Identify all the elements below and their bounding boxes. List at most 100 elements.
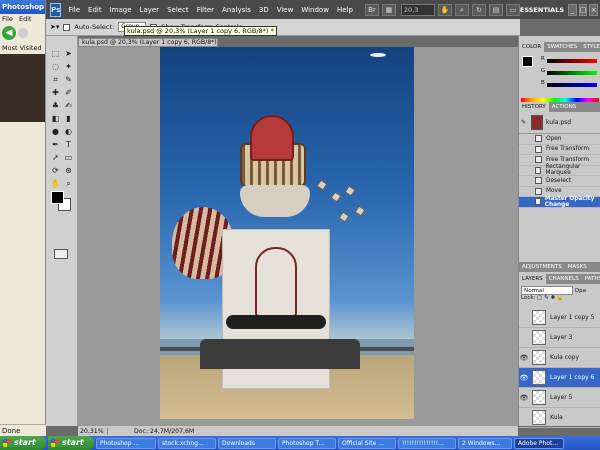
visibility-toggle[interactable]: [519, 313, 529, 323]
browser-menu-edit[interactable]: Edit: [19, 15, 32, 23]
path-selection-icon[interactable]: ➚: [50, 152, 61, 163]
visibility-toggle[interactable]: [519, 333, 529, 343]
tab-swatches[interactable]: SWATCHES: [544, 42, 580, 52]
layer-row[interactable]: Layer 1 copy 5: [519, 308, 600, 328]
history-item[interactable]: Rectangular Marquee: [519, 164, 600, 176]
red-slider[interactable]: [547, 59, 597, 63]
menu-view[interactable]: View: [273, 6, 298, 14]
taskbar-item[interactable]: Photoshop ...: [96, 437, 156, 449]
layer-row[interactable]: Kula: [519, 408, 600, 428]
tab-masks[interactable]: MASKS: [565, 262, 590, 272]
layer-row[interactable]: 👁 Kula copy: [519, 348, 600, 368]
zoom-tool-icon[interactable]: ⌕: [63, 178, 74, 189]
move-tool-preset-icon[interactable]: ➤▾: [50, 23, 59, 31]
canvas-area[interactable]: [78, 47, 518, 425]
taskbar-item[interactable]: Official Site ...: [338, 437, 396, 449]
pen-tool-icon[interactable]: ✒: [50, 139, 61, 150]
taskbar-item[interactable]: 2 Windows...: [458, 437, 512, 449]
menu-window[interactable]: Window: [297, 6, 333, 14]
menu-select[interactable]: Select: [163, 6, 193, 14]
start-button[interactable]: start: [0, 436, 46, 450]
arrange-icon[interactable]: ▤: [488, 3, 503, 16]
menu-image[interactable]: Image: [106, 6, 136, 14]
mini-bridge-icon[interactable]: ▦: [381, 3, 396, 16]
screen-mode-icon[interactable]: ▭: [505, 3, 520, 16]
document-tab[interactable]: kula.psd @ 20,3% (Layer 1 copy 6, RGB/8*…: [78, 38, 218, 47]
green-slider[interactable]: [547, 71, 597, 75]
taskbar-item[interactable]: stock.xchng...: [158, 437, 216, 449]
marquee-tool-icon[interactable]: ⬚: [50, 48, 61, 59]
history-item[interactable]: Deselect: [519, 176, 600, 187]
menu-analysis[interactable]: Analysis: [218, 6, 255, 14]
blue-slider[interactable]: [547, 83, 597, 87]
tab-layers[interactable]: LAYERS: [519, 274, 546, 284]
history-item[interactable]: Open: [519, 134, 600, 145]
workspace-switcher[interactable]: ESSENTIALS: [520, 6, 564, 14]
type-tool-icon[interactable]: T: [63, 139, 74, 150]
eye-icon[interactable]: 👁: [519, 373, 529, 383]
taskbar-item[interactable]: Downloads: [218, 437, 276, 449]
start-button-secondary[interactable]: start: [48, 436, 94, 450]
visibility-toggle[interactable]: [519, 413, 529, 423]
minimize-icon[interactable]: _: [568, 3, 577, 16]
3d-orbit-icon[interactable]: ⊛: [63, 165, 74, 176]
tab-adjustments[interactable]: ADJUSTMENTS: [519, 262, 565, 272]
hand-icon[interactable]: ✋: [437, 3, 452, 16]
brush-tool-icon[interactable]: ✐: [63, 87, 74, 98]
bridge-icon[interactable]: Br: [364, 3, 379, 16]
browser-menu-file[interactable]: File: [2, 15, 13, 23]
eyedropper-icon[interactable]: ✎: [63, 74, 74, 85]
move-tool-icon[interactable]: ➤: [63, 48, 74, 59]
maximize-icon[interactable]: □: [578, 3, 588, 16]
tab-channels[interactable]: CHANNELS: [546, 274, 582, 284]
forward-arrow-icon[interactable]: [18, 28, 28, 38]
bookmark-most-visited[interactable]: Most Visited: [0, 42, 45, 54]
history-item-active[interactable]: Master Opacity Change: [519, 196, 600, 208]
layer-row-active[interactable]: 👁 Layer 1 copy 6: [519, 368, 600, 388]
tab-styles[interactable]: STYLES: [580, 42, 600, 52]
layer-row[interactable]: Layer 3: [519, 328, 600, 348]
eye-icon[interactable]: 👁: [519, 393, 529, 403]
zoom-icon[interactable]: ⌕: [454, 3, 469, 16]
close-icon[interactable]: ×: [589, 3, 598, 16]
history-brush-icon[interactable]: ✍: [63, 100, 74, 111]
gradient-tool-icon[interactable]: ▮: [63, 113, 74, 124]
browser-title[interactable]: Photoshop: [0, 0, 45, 14]
menu-layer[interactable]: Layer: [136, 6, 164, 14]
lock-icons[interactable]: ▢ ✎ ✚ 🔒: [537, 295, 564, 301]
layer-row[interactable]: 👁 Layer 5: [519, 388, 600, 408]
menu-3d[interactable]: 3D: [255, 6, 273, 14]
taskbar-item-active[interactable]: Adobe Phot...: [514, 437, 564, 449]
auto-select-checkbox[interactable]: [63, 23, 71, 31]
back-arrow-icon[interactable]: ◀: [2, 26, 16, 40]
menu-help[interactable]: Help: [333, 6, 357, 14]
clone-stamp-icon[interactable]: ♣: [50, 100, 61, 111]
history-item[interactable]: Free Transform: [519, 145, 600, 155]
eraser-tool-icon[interactable]: ◧: [50, 113, 61, 124]
healing-brush-icon[interactable]: ✚: [50, 87, 61, 98]
blur-tool-icon[interactable]: ●: [50, 126, 61, 137]
zoom-level-field[interactable]: 20,3: [400, 3, 435, 16]
magic-wand-icon[interactable]: ✦: [63, 61, 74, 72]
rotate-view-icon[interactable]: ↻: [471, 3, 486, 16]
taskbar-item[interactable]: Photoshop T...: [278, 437, 336, 449]
taskbar-item[interactable]: !!!!!!!!!!!!!!!...: [398, 437, 456, 449]
tab-actions[interactable]: ACTIONS: [549, 102, 579, 112]
history-snapshot[interactable]: ✎ kula.psd: [519, 112, 600, 134]
3d-rotate-icon[interactable]: ⟳: [50, 165, 61, 176]
dodge-tool-icon[interactable]: ◐: [63, 126, 74, 137]
eye-icon[interactable]: 👁: [519, 353, 529, 363]
menu-file[interactable]: File: [64, 6, 84, 14]
menu-edit[interactable]: Edit: [84, 6, 106, 14]
tab-history[interactable]: HISTORY: [519, 102, 549, 112]
blend-mode-dropdown[interactable]: Normal: [521, 286, 573, 295]
document-image[interactable]: [160, 47, 414, 419]
color-panel-foreground-swatch[interactable]: [522, 56, 533, 67]
tab-paths[interactable]: PATHS: [582, 274, 600, 284]
quick-mask-icon[interactable]: [54, 249, 68, 259]
shape-tool-icon[interactable]: ▭: [63, 152, 74, 163]
lasso-tool-icon[interactable]: ◌: [50, 61, 61, 72]
hand-tool-icon[interactable]: ✋: [50, 178, 61, 189]
foreground-color-swatch[interactable]: [51, 191, 64, 204]
status-zoom-field[interactable]: 20,31%: [78, 427, 108, 435]
